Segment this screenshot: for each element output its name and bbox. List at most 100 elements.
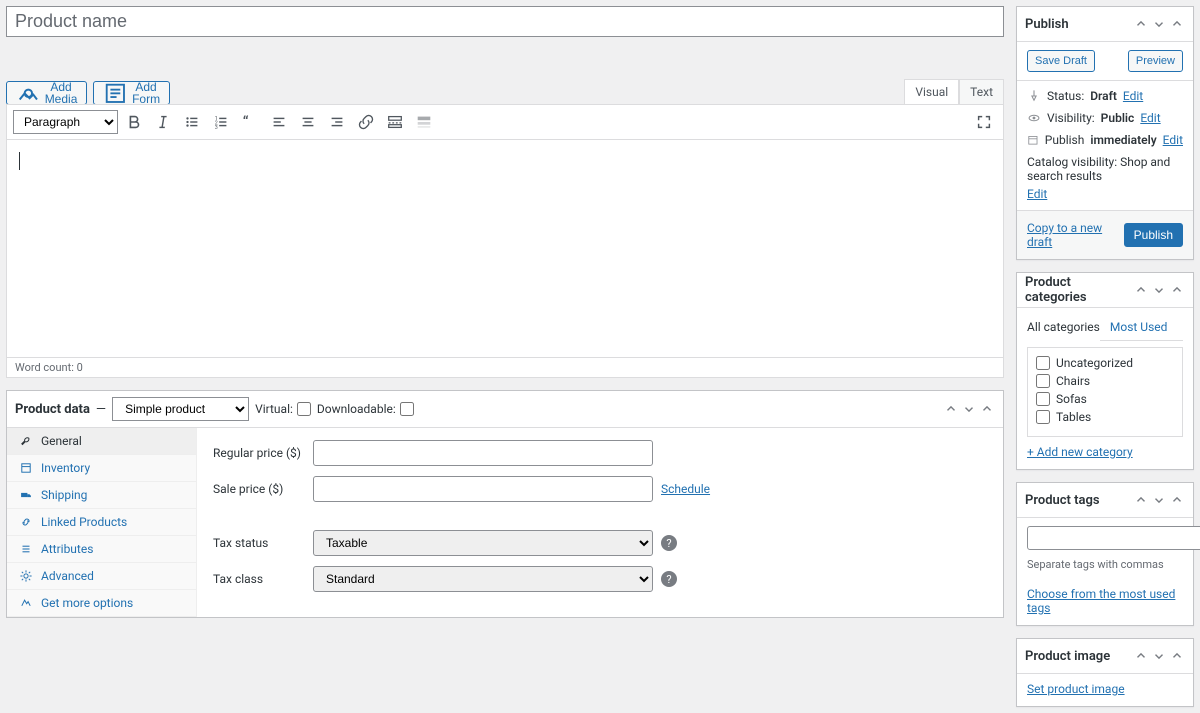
tags-title: Product tags [1025, 493, 1100, 508]
visibility-value: Public [1101, 111, 1135, 125]
panel-down-icon[interactable] [1151, 491, 1167, 509]
categories-tab-most-used[interactable]: Most Used [1110, 316, 1168, 340]
align-left-icon[interactable] [266, 109, 292, 135]
panel-up-icon[interactable] [1133, 491, 1149, 509]
insert-more-icon[interactable] [382, 109, 408, 135]
word-count: Word count: 0 [6, 357, 1004, 378]
category-label: Tables [1056, 410, 1091, 424]
tab-shipping[interactable]: Shipping [7, 482, 196, 509]
tax-status-label: Tax status [213, 536, 313, 550]
panel-down-icon[interactable] [1151, 15, 1167, 33]
tax-status-select[interactable]: Taxable [313, 530, 653, 556]
save-draft-button[interactable]: Save Draft [1027, 50, 1095, 72]
add-media-label: Add Media [45, 81, 78, 105]
category-label: Uncategorized [1056, 356, 1133, 370]
tab-text[interactable]: Text [959, 79, 1004, 104]
category-checkbox[interactable] [1036, 374, 1050, 388]
add-form-button[interactable]: Add Form [93, 81, 170, 105]
downloadable-checkbox[interactable] [400, 402, 414, 416]
set-product-image-link[interactable]: Set product image [1027, 682, 1125, 696]
product-title-input[interactable] [6, 6, 1004, 37]
regular-price-input[interactable] [313, 440, 653, 466]
tax-class-select[interactable]: Standard [313, 566, 653, 592]
publish-button[interactable]: Publish [1124, 223, 1183, 247]
visibility-label: Visibility: [1047, 111, 1095, 125]
tags-input[interactable] [1027, 526, 1200, 550]
calendar-icon [1027, 133, 1039, 147]
panel-up-icon[interactable] [1133, 647, 1149, 665]
catalog-edit-link[interactable]: Edit [1027, 187, 1047, 201]
panel-down-icon[interactable] [1151, 281, 1167, 299]
schedule-link[interactable]: Schedule [661, 482, 710, 496]
quote-icon[interactable]: “ [237, 109, 263, 135]
regular-price-label: Regular price ($) [213, 446, 313, 460]
tab-more-options[interactable]: Get more options [7, 590, 196, 617]
italic-icon[interactable] [150, 109, 176, 135]
eye-icon [1027, 111, 1041, 125]
form-icon [103, 81, 128, 106]
copy-draft-link[interactable]: Copy to a new draft [1027, 221, 1124, 249]
publish-date-edit-link[interactable]: Edit [1163, 133, 1183, 147]
panel-toggle-icon[interactable] [1169, 281, 1185, 299]
add-form-label: Add Form [132, 81, 160, 105]
help-icon[interactable]: ? [661, 535, 677, 551]
preview-button[interactable]: Preview [1128, 50, 1183, 72]
link-icon[interactable] [353, 109, 379, 135]
tab-inventory[interactable]: Inventory [7, 455, 196, 482]
panel-up-icon[interactable] [1133, 281, 1149, 299]
panel-down-icon[interactable] [1151, 647, 1167, 665]
panel-toggle-icon[interactable] [979, 400, 995, 418]
panel-toggle-icon[interactable] [1169, 647, 1185, 665]
align-center-icon[interactable] [295, 109, 321, 135]
add-media-button[interactable]: Add Media [6, 81, 87, 105]
panel-toggle-icon[interactable] [1169, 15, 1185, 33]
categories-tab-all[interactable]: All categories [1027, 316, 1100, 341]
pin-icon [1027, 89, 1041, 103]
tab-general[interactable]: General [7, 428, 196, 455]
bold-icon[interactable] [121, 109, 147, 135]
wrench-icon [19, 434, 33, 448]
status-label: Status: [1047, 89, 1084, 103]
choose-tags-link[interactable]: Choose from the most used tags [1027, 587, 1175, 615]
tab-advanced[interactable]: Advanced [7, 563, 196, 590]
category-checkbox[interactable] [1036, 392, 1050, 406]
panel-up-icon[interactable] [1133, 15, 1149, 33]
downloadable-label: Downloadable: [317, 402, 396, 416]
catalog-label: Catalog visibility: [1027, 155, 1117, 169]
list-ul-icon[interactable] [179, 109, 205, 135]
sale-price-label: Sale price ($) [213, 482, 313, 496]
panel-up-icon[interactable] [943, 400, 959, 418]
fullscreen-icon[interactable] [971, 109, 997, 135]
category-checkbox[interactable] [1036, 356, 1050, 370]
paragraph-select[interactable]: Paragraph [13, 110, 118, 134]
tab-visual[interactable]: Visual [904, 79, 959, 104]
svg-text:3: 3 [215, 125, 218, 131]
toolbar-toggle-icon[interactable] [411, 109, 437, 135]
tab-linked-products[interactable]: Linked Products [7, 509, 196, 536]
sale-price-input[interactable] [313, 476, 653, 502]
category-label: Chairs [1056, 374, 1090, 388]
media-icon [16, 81, 41, 106]
link-small-icon [19, 515, 33, 529]
editor-body[interactable] [6, 139, 1004, 358]
align-right-icon[interactable] [324, 109, 350, 135]
categories-title: Product categories [1025, 275, 1133, 305]
cursor-icon [19, 152, 20, 170]
gear-icon [19, 569, 33, 583]
help-icon[interactable]: ? [661, 571, 677, 587]
svg-text:“: “ [243, 114, 249, 131]
product-data-title: Product data [15, 402, 90, 417]
panel-toggle-icon[interactable] [1169, 491, 1185, 509]
inventory-icon [19, 461, 33, 475]
category-checkbox[interactable] [1036, 410, 1050, 424]
virtual-checkbox[interactable] [297, 402, 311, 416]
add-category-link[interactable]: + Add new category [1027, 445, 1133, 459]
panel-down-icon[interactable] [961, 400, 977, 418]
list-ol-icon[interactable]: 123 [208, 109, 234, 135]
visibility-edit-link[interactable]: Edit [1140, 111, 1160, 125]
publish-date-value: immediately [1090, 133, 1156, 147]
tags-hint: Separate tags with commas [1027, 558, 1183, 571]
product-type-select[interactable]: Simple product [112, 397, 249, 421]
status-edit-link[interactable]: Edit [1123, 89, 1143, 103]
tab-attributes[interactable]: Attributes [7, 536, 196, 563]
